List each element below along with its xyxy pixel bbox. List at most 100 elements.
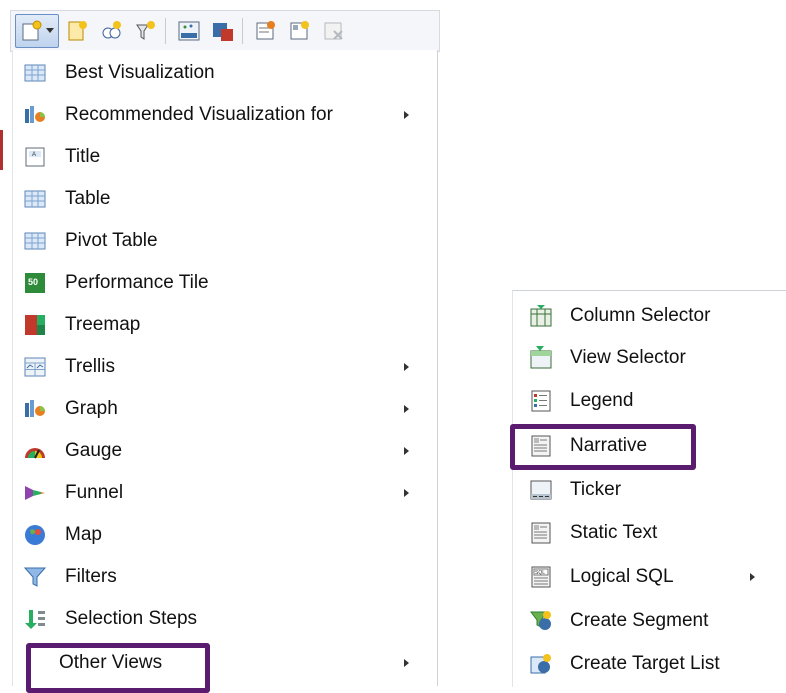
view-selector-icon xyxy=(529,346,553,370)
menu-item-ticker[interactable]: Ticker xyxy=(513,469,786,511)
treemap-icon xyxy=(23,313,47,337)
narrative-icon xyxy=(529,434,553,458)
svg-text:SQL: SQL xyxy=(535,570,545,576)
new-view-icon xyxy=(22,20,42,41)
svg-text:50: 50 xyxy=(28,277,38,287)
submenu-arrow-icon xyxy=(404,363,409,371)
menu-item-label: Title xyxy=(65,146,101,167)
menu-item-label: Create Segment xyxy=(570,610,709,631)
other-views-submenu: Column Selector View Selector Legend Nar… xyxy=(512,290,786,687)
logical-sql-icon: SQL xyxy=(529,565,553,589)
menu-item-label: Legend xyxy=(570,390,634,411)
menu-item-label: Table xyxy=(65,188,111,209)
static-text-icon xyxy=(529,521,553,545)
menu-item-narrative[interactable]: Narrative xyxy=(513,425,786,467)
submenu-arrow-icon xyxy=(750,573,755,581)
title-icon: A xyxy=(23,145,47,169)
menu-item-label: Filters xyxy=(65,566,117,587)
menu-item-label: Graph xyxy=(65,398,118,419)
menu-item-label: Treemap xyxy=(65,314,141,335)
layout-button[interactable] xyxy=(285,16,315,46)
menu-item-other-views[interactable]: Other Views xyxy=(13,642,437,684)
menu-item-label: Performance Tile xyxy=(65,272,209,293)
menu-item-map[interactable]: Map xyxy=(13,514,437,556)
table-icon xyxy=(23,61,47,85)
menu-item-label: Map xyxy=(65,524,102,545)
menu-item-label: Narrative xyxy=(570,435,648,456)
properties-button[interactable] xyxy=(251,16,281,46)
menu-item-label: Column Selector xyxy=(570,305,711,326)
table-icon xyxy=(23,187,47,211)
menu-item-label: Trellis xyxy=(65,356,115,377)
submenu-arrow-icon xyxy=(404,489,409,497)
menu-item-performance-tile[interactable]: 50 Performance Tile xyxy=(13,262,437,304)
menu-item-label: Best Visualization xyxy=(65,62,215,83)
menu-item-column-selector[interactable]: Column Selector xyxy=(513,295,786,337)
gauge-icon xyxy=(23,439,47,463)
chevron-down-icon xyxy=(46,28,54,33)
new-view-button[interactable] xyxy=(15,14,59,48)
menu-item-recommended-visualization[interactable]: Recommended Visualization for xyxy=(13,94,437,136)
menu-item-label: Recommended Visualization for xyxy=(65,104,333,125)
submenu-arrow-icon xyxy=(404,405,409,413)
menu-item-table[interactable]: Table xyxy=(13,178,437,220)
menu-item-logical-sql[interactable]: SQL Logical SQL xyxy=(513,556,786,598)
create-segment-icon xyxy=(529,609,553,633)
menu-item-treemap[interactable]: Treemap xyxy=(13,304,437,346)
xyz-chart-icon xyxy=(178,21,200,41)
ticker-icon xyxy=(529,478,553,502)
submenu-arrow-icon xyxy=(404,111,409,119)
menu-item-trellis[interactable]: Trellis xyxy=(13,346,437,388)
new-view-menu: Best Visualization Recommended Visualiza… xyxy=(12,50,438,686)
remove-icon xyxy=(324,22,343,40)
submenu-arrow-icon xyxy=(404,447,409,455)
filter-config-icon xyxy=(136,21,155,40)
menu-item-gauge[interactable]: Gauge xyxy=(13,430,437,472)
toolbar-divider xyxy=(242,18,243,44)
menu-item-funnel[interactable]: Funnel xyxy=(13,472,437,514)
graph-icon xyxy=(23,103,47,127)
menu-item-label: Pivot Table xyxy=(65,230,158,251)
menu-item-view-selector[interactable]: View Selector xyxy=(513,337,786,379)
group-icon xyxy=(102,21,121,39)
menu-item-graph[interactable]: Graph xyxy=(13,388,437,430)
create-target-list-icon xyxy=(529,652,553,676)
menu-item-pivot-table[interactable]: Pivot Table xyxy=(13,220,437,262)
filter-icon xyxy=(23,565,47,589)
menu-item-static-text[interactable]: Static Text xyxy=(513,512,786,554)
menu-item-label: Ticker xyxy=(570,479,622,500)
funnel-icon xyxy=(23,481,47,505)
menu-item-filters[interactable]: Filters xyxy=(13,556,437,598)
menu-item-label: Funnel xyxy=(65,482,124,503)
group-button[interactable] xyxy=(97,16,127,46)
legend-icon xyxy=(529,389,553,413)
remove-button[interactable] xyxy=(319,16,349,46)
menu-item-label: Selection Steps xyxy=(65,608,198,629)
properties-icon xyxy=(256,21,275,40)
svg-text:A: A xyxy=(32,152,36,158)
menu-item-create-segment[interactable]: Create Segment xyxy=(513,600,786,642)
toolbar-divider xyxy=(165,18,166,44)
layout-icon xyxy=(290,21,309,40)
window-edge-marker xyxy=(0,130,3,170)
menu-item-selection-steps[interactable]: Selection Steps xyxy=(13,598,437,640)
export-icon xyxy=(213,23,233,41)
menu-item-legend[interactable]: Legend xyxy=(513,380,786,422)
trellis-icon xyxy=(23,355,47,379)
column-selector-icon xyxy=(529,304,553,328)
export-button[interactable] xyxy=(208,16,238,46)
graph-icon xyxy=(23,397,47,421)
menu-item-label: Static Text xyxy=(570,522,658,543)
menu-item-title[interactable]: A Title xyxy=(13,136,437,178)
filter-config-button[interactable] xyxy=(131,16,161,46)
pivot-table-icon xyxy=(23,229,47,253)
menu-item-create-target-list[interactable]: Create Target List xyxy=(513,643,786,685)
edit-icon xyxy=(68,21,87,41)
menu-item-label: Create Target List xyxy=(570,653,720,674)
performance-tile-icon: 50 xyxy=(23,271,47,295)
menu-item-best-visualization[interactable]: Best Visualization xyxy=(13,52,437,94)
submenu-arrow-icon xyxy=(404,659,409,667)
selection-steps-icon xyxy=(23,607,47,631)
edit-button[interactable] xyxy=(63,16,93,46)
xyz-chart-button[interactable] xyxy=(174,16,204,46)
